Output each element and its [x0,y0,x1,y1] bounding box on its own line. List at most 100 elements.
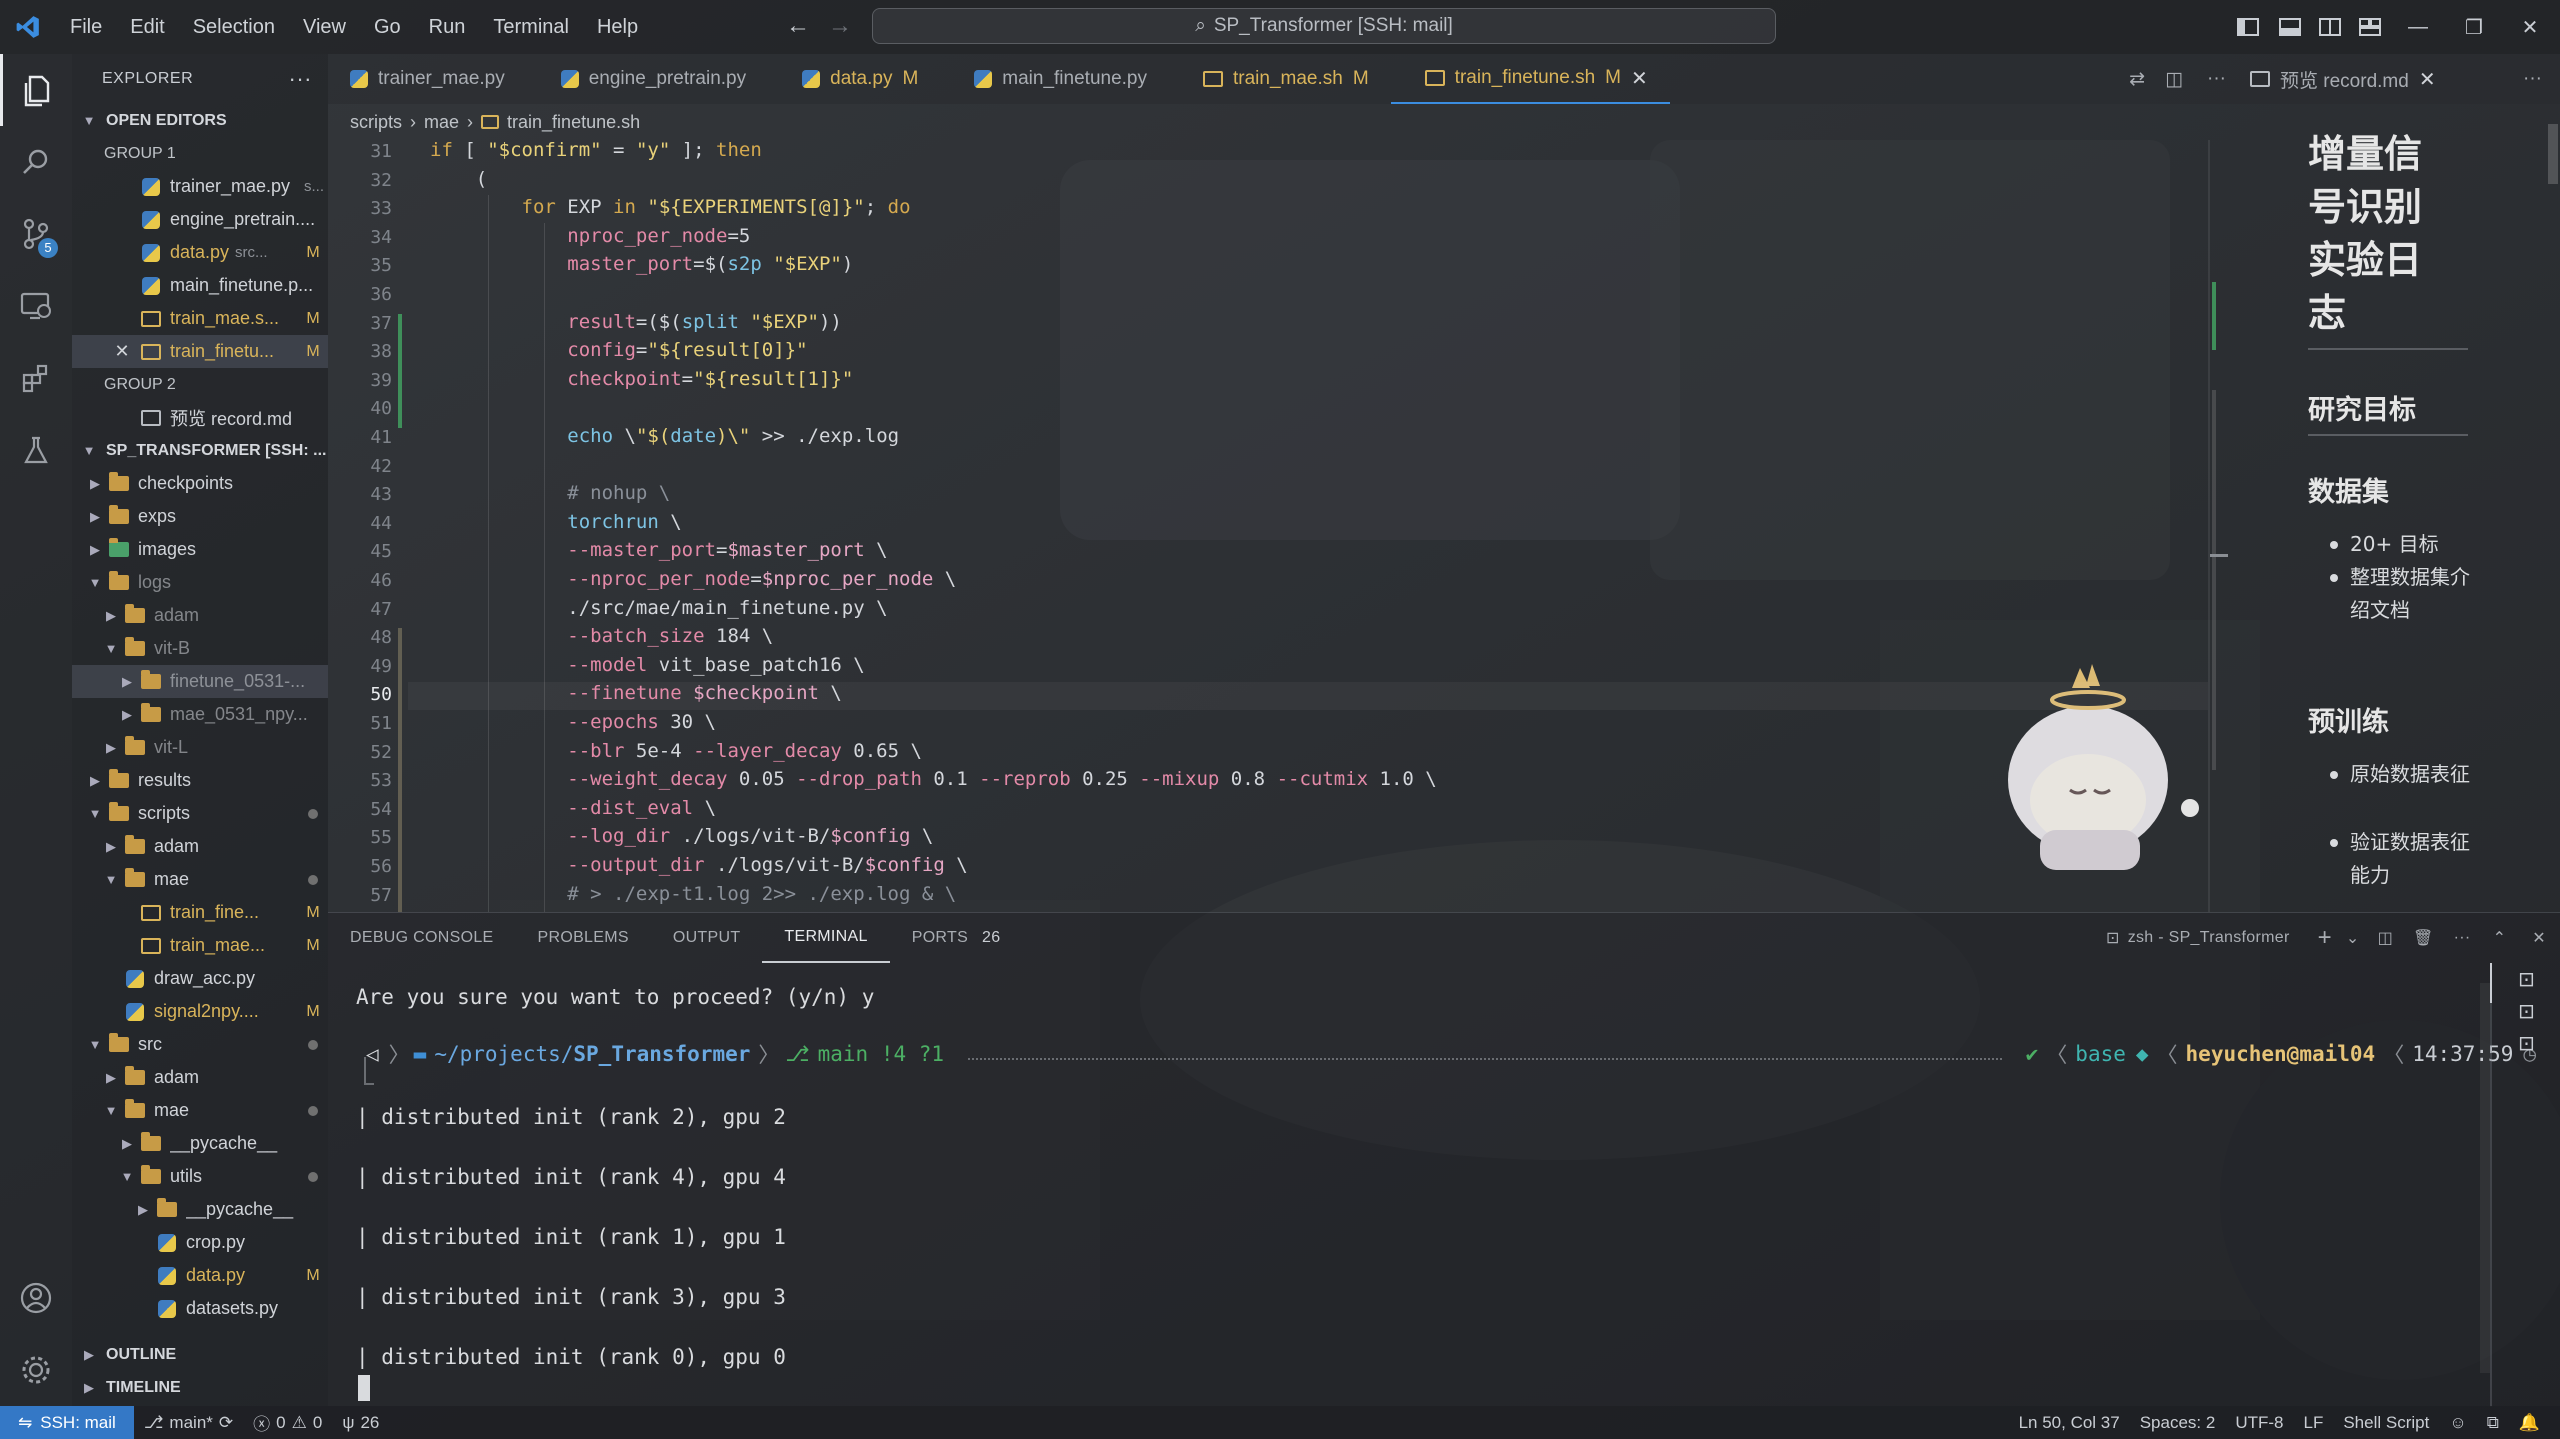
open-editor-item-active[interactable]: ✕ train_finetu... M [72,335,328,368]
menu-file[interactable]: File [56,0,116,54]
split-terminal-icon[interactable]: ◫ [2368,913,2403,963]
feedback-icon[interactable]: ☺ [2439,1413,2476,1433]
timeline-header[interactable]: ▶ TIMELINE [72,1371,328,1404]
tab-train-finetune[interactable]: train_finetune.sh M ✕ [1390,54,1670,104]
menu-help[interactable]: Help [583,0,652,54]
tab-preview-record[interactable]: 预览 record.md ✕ [2240,66,2458,93]
tab-engine-pretrain[interactable]: engine_pretrain.py [527,54,768,104]
search-icon[interactable] [0,126,72,198]
tree-item[interactable]: datasets.py [72,1292,328,1325]
menu-go[interactable]: Go [360,0,415,54]
preview-scrollbar[interactable] [2548,124,2558,184]
open-editor-item[interactable]: data.py src... M [72,236,328,269]
tree-item[interactable]: ▶ checkpoints [72,467,328,500]
tree-item[interactable]: train_mae... M [72,929,328,962]
terminal-selector[interactable]: ⊡ zsh - SP_Transformer [2084,913,2312,963]
tree-item[interactable]: ▶ adam [72,599,328,632]
outline-header[interactable]: ▶ OUTLINE [72,1338,328,1371]
menu-run[interactable]: Run [415,0,480,54]
tree-item[interactable]: ▶ adam [72,830,328,863]
close-icon[interactable]: ✕ [108,341,136,362]
menu-view[interactable]: View [289,0,360,54]
terminal-instance-icon[interactable]: ⊡ [2518,1031,2535,1056]
cursor-position[interactable]: Ln 50, Col 37 [2009,1413,2130,1433]
tree-item[interactable]: ▶ adam [72,1061,328,1094]
more-actions-icon[interactable]: ··· [289,66,312,92]
back-arrow-icon[interactable]: ← [786,12,810,40]
problems-status[interactable]: ⓧ 0 ⚠ 0 [243,1410,332,1435]
notifications-bell-icon[interactable]: 🔔 [2509,1413,2560,1433]
split-editor-icon[interactable]: ◫ [2155,54,2193,104]
tree-item[interactable]: ▼ mae [72,1094,328,1127]
tab-ports[interactable]: PORTS 26 [890,913,1023,963]
indentation-status[interactable]: Spaces: 2 [2130,1413,2226,1433]
more-actions-icon[interactable]: ··· [2444,913,2481,963]
menu-selection[interactable]: Selection [179,0,289,54]
command-center[interactable]: ⌕ SP_Transformer [SSH: mail] [872,8,1776,44]
open-editor-item[interactable]: train_mae.s... M [72,302,328,335]
close-icon[interactable]: ✕ [1631,66,1648,91]
tab-data[interactable]: data.py M [768,54,940,104]
open-editor-item[interactable]: main_finetune.p... [72,269,328,302]
more-actions-icon[interactable]: ··· [2193,54,2240,104]
tree-item[interactable]: ▶ finetune_0531-... [72,665,328,698]
tree-item[interactable]: signal2npy.... M [72,995,328,1028]
tree-item[interactable]: ▼ utils [72,1160,328,1193]
remote-indicator[interactable]: ⇋ SSH: mail [0,1406,134,1439]
remote-explorer-icon[interactable] [0,270,72,342]
tree-item[interactable]: ▼ vit-B [72,632,328,665]
terminal-instance-icon[interactable]: ⊡ [2518,967,2535,992]
tree-item[interactable]: ▶ mae_0531_npy... [72,698,328,731]
open-changes-icon[interactable]: ⇄ [2119,54,2155,104]
source-control-icon[interactable]: 5 [0,198,72,270]
tree-item[interactable]: ▼ scripts [72,797,328,830]
editor-scrollbar[interactable] [2208,140,2240,912]
tree-item[interactable]: ▼ logs [72,566,328,599]
tree-item[interactable]: ▶ results [72,764,328,797]
maximize-panel-icon[interactable]: ⌃ [2481,913,2519,963]
tree-item[interactable]: ▶ vit-L [72,731,328,764]
close-panel-icon[interactable]: ✕ [2518,913,2560,963]
open-editor-item[interactable]: 预览 record.md [72,401,328,434]
copilot-icon[interactable]: ⧉ [2477,1413,2509,1433]
tab-trainer-mae[interactable]: trainer_mae.py [328,54,527,104]
close-icon[interactable]: ✕ [2419,67,2436,92]
breadcrumb-file[interactable]: train_finetune.sh [507,112,640,133]
explorer-icon[interactable] [0,54,72,126]
eol-status[interactable]: LF [2294,1413,2334,1433]
open-editor-item[interactable]: trainer_mae.py s... [72,170,328,203]
customize-layout-icon[interactable] [2344,0,2396,54]
minimize-icon[interactable]: — [2390,0,2446,54]
tree-item[interactable]: ▼ mae [72,863,328,896]
tree-item[interactable]: ▶ exps [72,500,328,533]
tab-output[interactable]: OUTPUT [651,913,763,963]
git-branch-status[interactable]: ⎇ main* ⟳ [134,1413,243,1433]
restore-icon[interactable]: ❐ [2446,0,2502,54]
tree-item[interactable]: train_fine... M [72,896,328,929]
menu-edit[interactable]: Edit [116,0,178,54]
close-window-icon[interactable]: ✕ [2502,0,2558,54]
breadcrumb-mae[interactable]: mae [424,112,459,133]
trash-icon[interactable]: 🗑 [2403,913,2444,963]
tab-terminal[interactable]: TERMINAL [762,913,890,963]
tree-item[interactable]: ▶ __pycache__ [72,1127,328,1160]
tab-debug-console[interactable]: DEBUG CONSOLE [328,913,516,963]
tree-item[interactable]: ▶ __pycache__ [72,1193,328,1226]
more-actions-icon[interactable]: ··· [2505,68,2560,90]
open-editor-item[interactable]: engine_pretrain.... [72,203,328,236]
tree-item[interactable]: crop.py [72,1226,328,1259]
open-editors-header[interactable]: ▼ OPEN EDITORS [72,104,328,137]
code-editor[interactable]: 31 if [ "$confirm" = "y" ]; then 32 (33 fo… [328,140,2208,912]
testing-flask-icon[interactable] [0,414,72,486]
account-icon[interactable] [0,1262,72,1334]
encoding-status[interactable]: UTF-8 [2225,1413,2293,1433]
breadcrumb-scripts[interactable]: scripts [350,112,402,133]
chevron-down-icon[interactable]: ⌄ [2338,913,2368,963]
ports-status[interactable]: ψ 26 [332,1413,389,1433]
tree-item[interactable]: ▶ images [72,533,328,566]
tree-item[interactable]: draw_acc.py [72,962,328,995]
tab-main-finetune[interactable]: main_finetune.py [940,54,1169,104]
language-mode[interactable]: Shell Script [2333,1413,2439,1433]
settings-gear-icon[interactable] [0,1334,72,1406]
extensions-icon[interactable] [0,342,72,414]
